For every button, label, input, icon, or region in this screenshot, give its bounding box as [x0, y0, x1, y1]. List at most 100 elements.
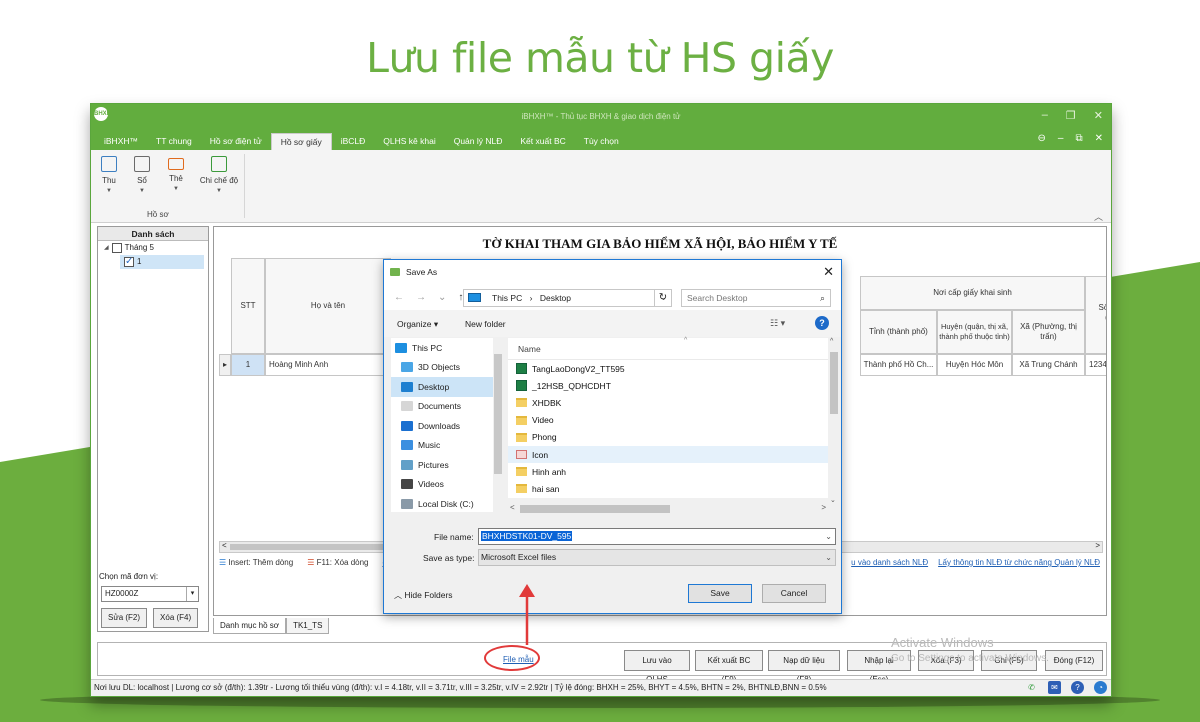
- recent-dropdown-icon[interactable]: ⌄: [438, 292, 446, 303]
- help-icon[interactable]: ?: [1071, 681, 1084, 694]
- file-item[interactable]: Icon: [508, 445, 828, 464]
- address-folder[interactable]: Desktop: [540, 293, 571, 303]
- address-bar[interactable]: This PC › Desktop ⌄: [463, 289, 672, 307]
- add-to-list-link[interactable]: u vào danh sách NLĐ: [851, 558, 928, 567]
- tab-danh-muc-ho-so[interactable]: Danh mục hồ sơ: [213, 618, 287, 634]
- file-item[interactable]: XHDBK: [508, 394, 828, 411]
- scrollbar-thumb[interactable]: [830, 352, 838, 414]
- tree-item-month[interactable]: ◢ Tháng 5: [98, 241, 208, 255]
- search-icon[interactable]: ⌕: [820, 290, 825, 306]
- save-type-select[interactable]: Microsoft Excel files ⌄: [478, 549, 836, 566]
- hide-folders-button[interactable]: ︿ Hide Folders: [394, 590, 453, 601]
- address-root[interactable]: This PC: [492, 293, 522, 303]
- load-data-button[interactable]: Nạp dữ liệu (F8): [768, 650, 840, 684]
- minimize-button[interactable]: –: [1042, 109, 1048, 122]
- cell-name[interactable]: Hoàng Minh Anh: [265, 354, 391, 376]
- view-options-icon[interactable]: ☷ ▾: [770, 318, 785, 329]
- tab-tk1-ts[interactable]: TK1_TS: [286, 618, 330, 634]
- phone-icon[interactable]: ✆: [1025, 681, 1038, 694]
- scroll-up-icon[interactable]: ^: [830, 338, 833, 345]
- dialog-close-button[interactable]: ✕: [823, 260, 834, 284]
- cell-stt[interactable]: 1: [231, 354, 265, 376]
- menu-tab[interactable]: QLHS kê khai: [374, 133, 444, 150]
- new-folder-button[interactable]: New folder: [465, 319, 506, 329]
- menu-tab[interactable]: Hồ sơ điện tử: [201, 133, 271, 150]
- scrollbar-thumb[interactable]: [494, 354, 502, 474]
- file-item[interactable]: hai san: [508, 480, 828, 497]
- refresh-button[interactable]: ↻: [654, 289, 672, 307]
- ribbon-so-button[interactable]: Sổ ▼: [124, 156, 160, 194]
- save-to-qlhs-button[interactable]: Lưu vào QLHS: [624, 650, 690, 684]
- forward-arrow-icon[interactable]: →: [416, 292, 426, 303]
- nav-item[interactable]: 3D Objects: [391, 358, 499, 378]
- scroll-left-icon[interactable]: <: [222, 541, 227, 550]
- file-item[interactable]: TangLaoDongV2_TT595: [508, 360, 828, 377]
- cell-district[interactable]: Huyện Hóc Môn: [937, 354, 1012, 376]
- ribbon-minimize-icon[interactable]: ⊖: [1038, 133, 1046, 144]
- file-item[interactable]: Hinh anh: [508, 463, 828, 480]
- search-input[interactable]: Search Desktop ⌕: [681, 289, 831, 307]
- dropdown-arrow-icon[interactable]: ▾: [186, 587, 198, 601]
- tree-item-1[interactable]: 1: [120, 255, 204, 269]
- nav-item[interactable]: Local Disk (C:): [391, 494, 499, 512]
- file-name-input[interactable]: BHXHDSTK01-DV_595 ⌄: [478, 528, 836, 545]
- row-pointer-icon[interactable]: ▸: [219, 354, 231, 376]
- menu-tab[interactable]: Quản lý NLĐ: [445, 133, 512, 150]
- month-checkbox[interactable]: [111, 243, 122, 253]
- nav-item[interactable]: Music: [391, 436, 499, 456]
- organize-button[interactable]: Organize ▾: [397, 319, 438, 330]
- menu-tab[interactable]: TT chung: [147, 133, 201, 150]
- scroll-down-icon[interactable]: ⌄: [830, 496, 836, 504]
- ribbon-dash-button[interactable]: –: [1058, 133, 1064, 144]
- item-checkbox[interactable]: [124, 255, 134, 269]
- cell-province[interactable]: Thành phố Hồ Ch...: [860, 354, 937, 376]
- messenger-icon[interactable]: ◔: [1094, 681, 1107, 694]
- save-type-dropdown-icon[interactable]: ⌄: [825, 550, 832, 565]
- menu-tab[interactable]: iBCLĐ: [332, 133, 375, 150]
- file-item[interactable]: Video: [508, 412, 828, 429]
- cell-ward[interactable]: Xã Trung Chánh: [1012, 354, 1085, 376]
- menu-tab[interactable]: iBHXH™: [95, 133, 147, 150]
- save-button[interactable]: Save: [688, 584, 752, 603]
- back-arrow-icon[interactable]: ←: [394, 292, 404, 303]
- mail-icon[interactable]: ✉: [1048, 681, 1061, 694]
- file-name-dropdown-icon[interactable]: ⌄: [825, 529, 832, 544]
- ribbon-restore-button[interactable]: ⧉: [1075, 133, 1082, 144]
- help-icon[interactable]: ?: [815, 316, 829, 330]
- close-button[interactable]: ✕: [1094, 109, 1103, 122]
- file-list-horizontal-scrollbar[interactable]: < >: [508, 503, 828, 514]
- ribbon-chi-che-do-button[interactable]: Chi chế độ ▼: [197, 156, 241, 194]
- menu-tab[interactable]: Hồ sơ giấy: [270, 133, 332, 150]
- scroll-right-icon[interactable]: >: [1095, 541, 1100, 550]
- close-form-button[interactable]: Đóng (F12): [1045, 650, 1103, 671]
- menu-tab[interactable]: Kết xuất BC: [511, 133, 574, 150]
- scrollbar-thumb[interactable]: [520, 505, 670, 513]
- file-item[interactable]: Phong: [508, 429, 828, 446]
- export-report-button[interactable]: Kết xuất BC (F9): [695, 650, 763, 684]
- menu-tab[interactable]: Tùy chọn: [575, 133, 628, 150]
- nav-item[interactable]: Pictures: [391, 455, 499, 475]
- navigation-scrollbar[interactable]: [493, 338, 503, 512]
- edit-button[interactable]: Sửa (F2): [101, 608, 148, 628]
- scroll-left-icon[interactable]: <: [510, 503, 515, 512]
- cancel-button[interactable]: Cancel: [762, 584, 826, 603]
- nav-item[interactable]: Desktop: [391, 377, 499, 397]
- ribbon-thu-button[interactable]: Thu ▼: [91, 156, 127, 194]
- cell-number[interactable]: 1234: [1085, 354, 1106, 376]
- expand-icon[interactable]: ◢: [104, 241, 109, 255]
- ribbon-the-button[interactable]: Thẻ ▼: [158, 156, 194, 192]
- collapse-ribbon-icon[interactable]: ︿: [1094, 210, 1103, 223]
- get-employee-info-link[interactable]: Lấy thông tin NLĐ từ chức năng Quản lý N…: [938, 558, 1100, 567]
- nav-item[interactable]: This PC: [391, 338, 499, 358]
- file-item[interactable]: _12HSB_QDHCDHT: [508, 377, 828, 394]
- nav-item[interactable]: Videos: [391, 475, 499, 495]
- delete-button[interactable]: Xóa (F4): [153, 608, 199, 628]
- scroll-right-icon[interactable]: >: [821, 503, 826, 512]
- unit-combobox[interactable]: HZ0000Z ▾: [101, 586, 199, 602]
- ribbon-close-button[interactable]: ✕: [1095, 133, 1103, 144]
- file-list-vertical-scrollbar[interactable]: ^ ⌄: [829, 338, 839, 504]
- restore-button[interactable]: ❐: [1066, 109, 1076, 122]
- column-header-name[interactable]: Name ^: [508, 337, 828, 360]
- nav-item[interactable]: Downloads: [391, 416, 499, 436]
- nav-item[interactable]: Documents: [391, 397, 499, 417]
